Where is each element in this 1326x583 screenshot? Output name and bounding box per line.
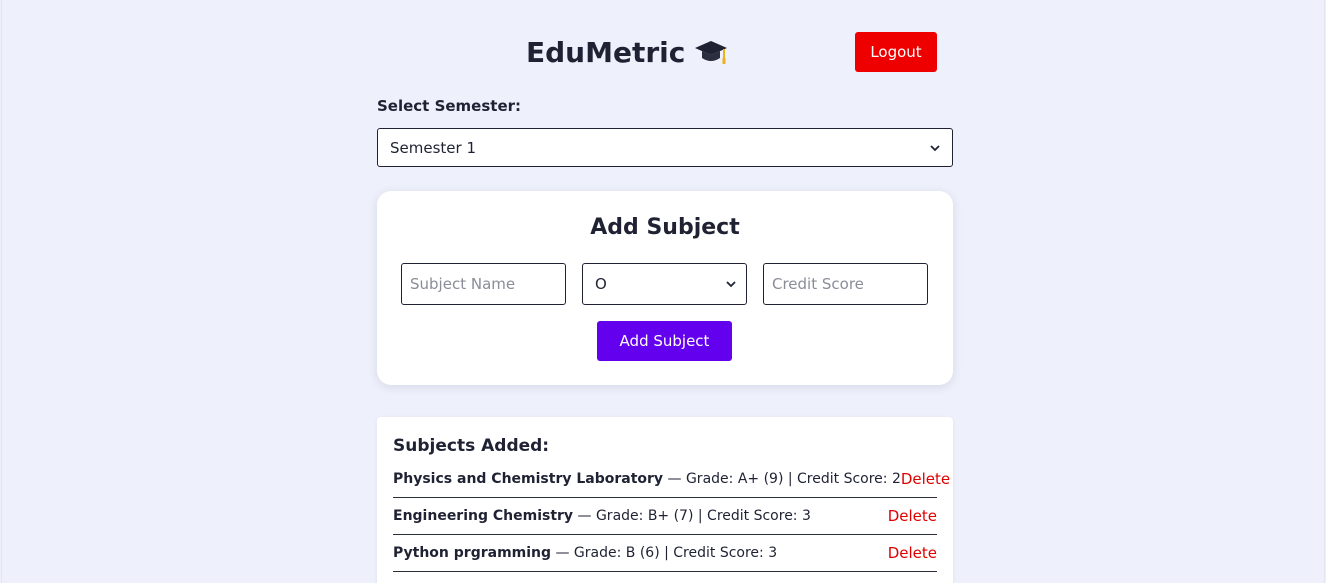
subject-details: — Grade: B+ (7) | Credit Score: 3	[573, 508, 811, 524]
grade-select[interactable]: O	[582, 263, 747, 305]
subject-details: — Grade: A+ (9) | Credit Score: 2	[663, 471, 901, 487]
grade-selected-value: O	[595, 275, 607, 293]
delete-subject-button[interactable]: Delete	[888, 507, 937, 525]
subject-row: Engineering Chemistry — Grade: B+ (7) | …	[393, 498, 937, 535]
logout-button[interactable]: Logout	[855, 32, 937, 72]
graduation-cap-icon	[695, 41, 728, 64]
chevron-down-icon	[726, 281, 736, 288]
subject-name-input[interactable]	[401, 263, 566, 305]
subject-row: Python prgramming — Grade: B (6) | Credi…	[393, 535, 937, 572]
semester-select[interactable]: Semester 1	[377, 128, 953, 167]
delete-subject-button[interactable]: Delete	[888, 544, 937, 562]
subject-name: Engineering Chemistry	[393, 508, 574, 524]
subject-info: Python prgramming — Grade: B (6) | Credi…	[393, 545, 777, 561]
semester-label: Select Semester:	[377, 97, 522, 115]
subject-details: — Grade: B (6) | Credit Score: 3	[551, 545, 778, 561]
app-title-text: EduMetric	[526, 35, 686, 69]
subject-info: Engineering Chemistry — Grade: B+ (7) | …	[393, 508, 811, 524]
subjects-list-title: Subjects Added:	[393, 436, 550, 456]
subject-row: Physics and Chemistry Laboratory — Grade…	[393, 461, 950, 498]
app-title: EduMetric	[526, 32, 729, 72]
subject-name: Python prgramming	[393, 545, 552, 561]
add-subject-title: Add Subject	[590, 215, 740, 240]
semester-selected-value: Semester 1	[390, 138, 476, 157]
add-subject-card: Add Subject O Add Subject	[377, 191, 953, 385]
credit-score-input[interactable]	[763, 263, 928, 305]
subjects-list-card: Subjects Added: Physics and Chemistry La…	[377, 417, 953, 583]
subject-name: Physics and Chemistry Laboratory	[393, 471, 664, 487]
delete-subject-button[interactable]: Delete	[901, 470, 950, 488]
subject-info: Physics and Chemistry Laboratory — Grade…	[393, 471, 901, 487]
chevron-down-icon	[930, 144, 940, 151]
add-subject-button[interactable]: Add Subject	[597, 321, 732, 361]
